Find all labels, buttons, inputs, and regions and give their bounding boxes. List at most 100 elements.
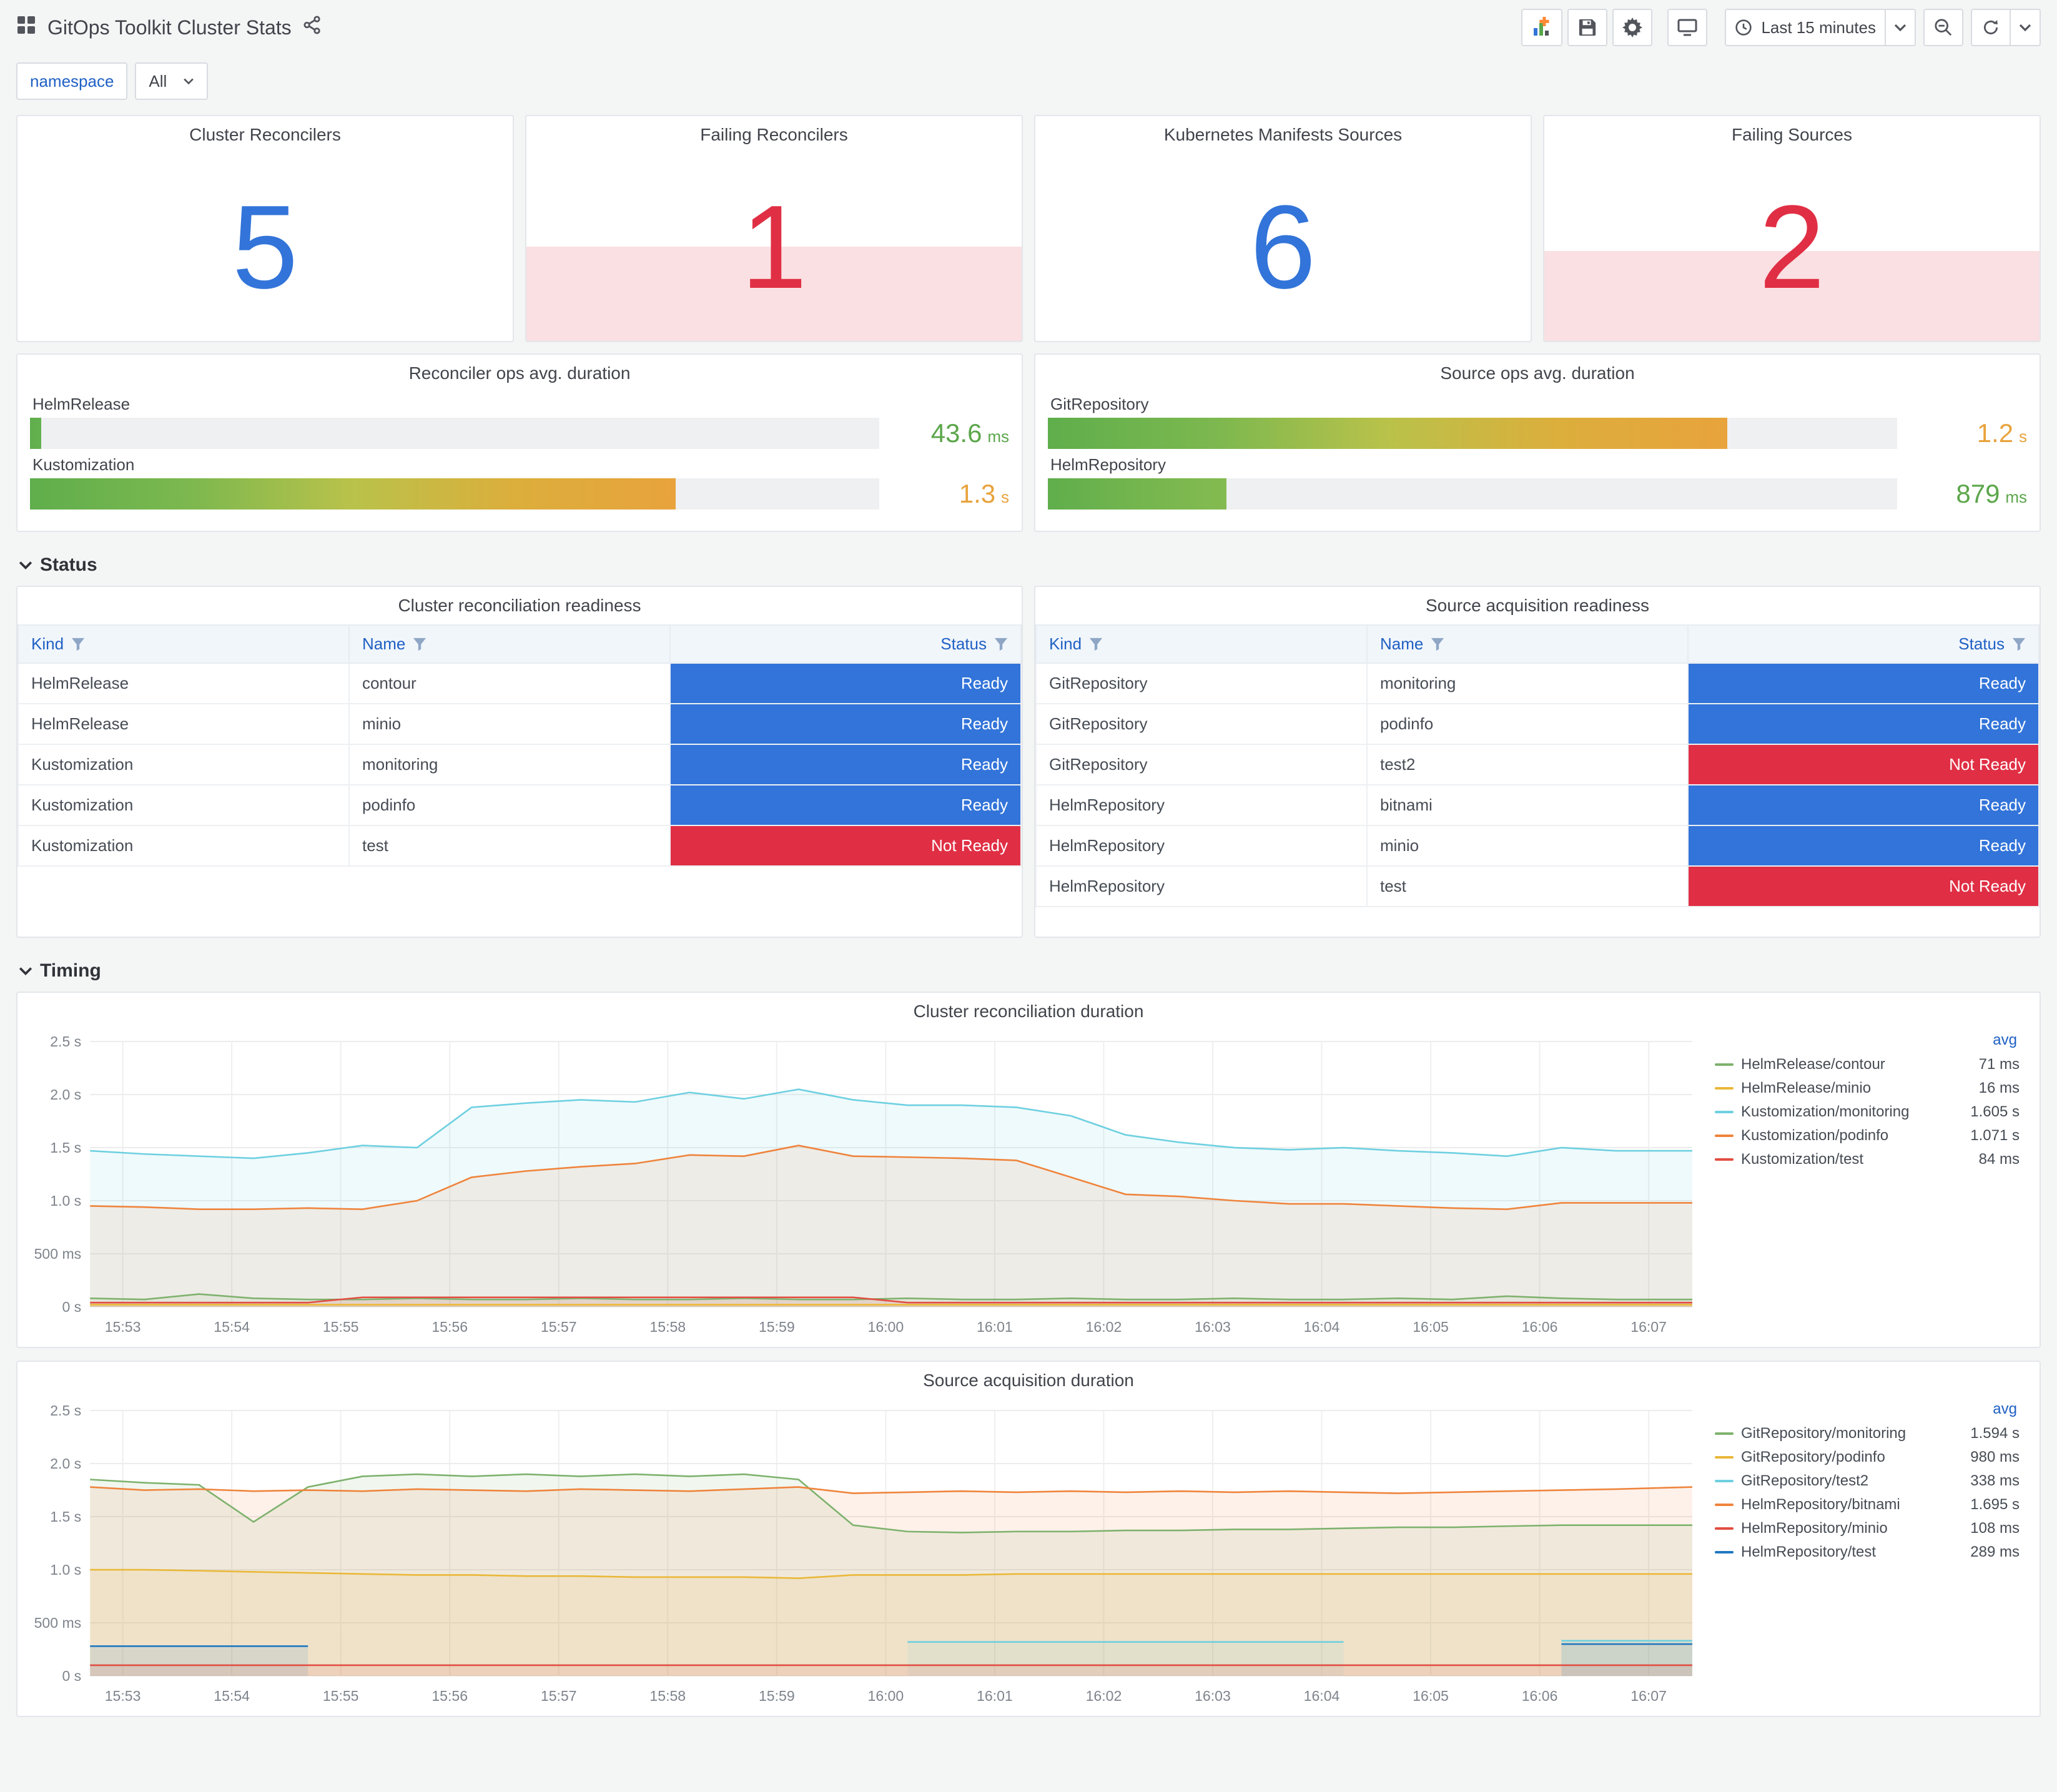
filter-icon[interactable] bbox=[994, 638, 1008, 651]
chart-legend: avg GitRepository/monitoring 1.594 s Git… bbox=[1710, 1396, 2032, 1711]
variable-label-namespace[interactable]: namespace bbox=[16, 62, 128, 100]
cell-status: Not Ready bbox=[1687, 865, 2040, 907]
cell-kind: Kustomization bbox=[17, 825, 350, 867]
cell-status: Ready bbox=[669, 662, 1022, 704]
legend-item: GitRepository/podinfo 980 ms bbox=[1715, 1445, 2020, 1469]
chart-plot-area[interactable]: 0 s 500 ms 1.0 s 1.5 s 2.0 s 2.5 s 15:53 15:54 1… bbox=[25, 1396, 1710, 1711]
series-name[interactable]: HelmRepository/test bbox=[1741, 1543, 1963, 1561]
series-name[interactable]: GitRepository/monitoring bbox=[1741, 1425, 1963, 1442]
panel-title[interactable]: Reconciler ops avg. duration bbox=[30, 355, 1009, 388]
stat-value: 6 bbox=[1250, 181, 1316, 313]
series-color-dash bbox=[1715, 1063, 1734, 1066]
series-name[interactable]: Kustomization/monitoring bbox=[1741, 1103, 1963, 1121]
time-range-button[interactable]: Last 15 minutes bbox=[1725, 9, 1886, 46]
column-header-kind[interactable]: Kind bbox=[17, 624, 350, 664]
stat-value: 5 bbox=[232, 181, 298, 313]
legend-item: HelmRepository/bitnami 1.695 s bbox=[1715, 1493, 2020, 1517]
filter-icon[interactable] bbox=[1431, 638, 1444, 651]
section-header-status[interactable]: Status bbox=[16, 544, 2041, 586]
svg-text:15:57: 15:57 bbox=[541, 1688, 577, 1704]
cell-name: test bbox=[1366, 865, 1689, 907]
timeseries-panel: Source acquisition duration 0 s 500 ms 1.0… bbox=[16, 1361, 2041, 1718]
cell-name: minio bbox=[348, 703, 671, 745]
series-name[interactable]: HelmRepository/minio bbox=[1741, 1520, 1963, 1537]
time-range-caret-button[interactable] bbox=[1886, 9, 1916, 46]
refresh-interval-caret-button[interactable] bbox=[2011, 9, 2041, 46]
filter-icon[interactable] bbox=[2012, 638, 2026, 651]
panel-title[interactable]: Cluster reconciliation duration bbox=[17, 993, 2040, 1026]
cell-status: Ready bbox=[1687, 662, 2040, 704]
clock-icon bbox=[1735, 19, 1752, 36]
series-name[interactable]: HelmRepository/bitnami bbox=[1741, 1496, 1963, 1514]
panel-title[interactable]: Cluster reconciliation readiness bbox=[17, 587, 1022, 621]
add-panel-button[interactable] bbox=[1521, 9, 1563, 46]
section-header-timing[interactable]: Timing bbox=[16, 950, 2041, 992]
svg-text:0 s: 0 s bbox=[62, 1299, 81, 1315]
dashboard-variables: namespace All bbox=[16, 62, 2041, 100]
column-header-kind[interactable]: Kind bbox=[1035, 624, 1368, 664]
bar-gauge-value: 43.6 ms bbox=[930, 418, 1009, 448]
chart-plot-area[interactable]: 0 s 500 ms 1.0 s 1.5 s 2.0 s 2.5 s 15:53 15:54 1… bbox=[25, 1026, 1710, 1342]
cell-name: contour bbox=[348, 662, 671, 704]
column-header-status[interactable]: Status bbox=[1687, 624, 2040, 664]
svg-text:16:01: 16:01 bbox=[977, 1319, 1013, 1335]
svg-text:16:02: 16:02 bbox=[1086, 1688, 1122, 1704]
filter-icon[interactable] bbox=[413, 638, 427, 651]
dashboard-settings-button[interactable] bbox=[1612, 9, 1653, 46]
legend-avg-header[interactable]: avg bbox=[1715, 1398, 2020, 1422]
status-badge: Not Ready bbox=[1688, 745, 2038, 784]
panel-title[interactable]: Source acquisition readiness bbox=[1035, 587, 2040, 621]
bar-gauge-panel: Reconciler ops avg. duration HelmRelease… bbox=[16, 353, 1023, 532]
filter-icon[interactable] bbox=[1089, 638, 1103, 651]
zoom-out-time-button[interactable] bbox=[1923, 9, 1963, 46]
status-badge: Ready bbox=[670, 704, 1020, 744]
bar-gauge-fill bbox=[1048, 418, 1727, 449]
chevron-down-icon bbox=[19, 967, 32, 976]
cell-kind: HelmRelease bbox=[17, 662, 350, 704]
series-name[interactable]: GitRepository/test2 bbox=[1741, 1472, 1963, 1490]
timing-charts-column: Cluster reconciliation duration 0 s 500 m… bbox=[16, 992, 2041, 1718]
column-header-name[interactable]: Name bbox=[1366, 624, 1689, 664]
bar-gauge-track bbox=[30, 478, 879, 510]
panel-title[interactable]: Source acquisition duration bbox=[17, 1362, 2040, 1396]
table-row: Kustomization test Not Ready bbox=[17, 825, 1022, 867]
table-row: HelmRepository test Not Ready bbox=[1035, 865, 2040, 907]
svg-text:16:05: 16:05 bbox=[1413, 1688, 1449, 1704]
cell-name: test bbox=[348, 825, 671, 867]
refresh-button[interactable] bbox=[1971, 9, 2011, 46]
bar-gauge-row: HelmRepository 879 ms bbox=[1048, 455, 2027, 510]
column-header-name[interactable]: Name bbox=[348, 624, 671, 664]
svg-text:16:07: 16:07 bbox=[1630, 1688, 1667, 1704]
cell-status: Not Ready bbox=[1687, 744, 2040, 785]
variable-value-dropdown[interactable]: All bbox=[135, 62, 209, 100]
cell-kind: GitRepository bbox=[1035, 744, 1368, 785]
stat-value: 1 bbox=[741, 181, 807, 313]
column-header-status[interactable]: Status bbox=[669, 624, 1022, 664]
series-name[interactable]: Kustomization/test bbox=[1741, 1151, 1971, 1168]
series-name[interactable]: HelmRelease/contour bbox=[1741, 1056, 1971, 1073]
apps-grid-icon[interactable] bbox=[16, 15, 36, 40]
share-icon[interactable] bbox=[303, 16, 322, 39]
series-name[interactable]: GitRepository/podinfo bbox=[1741, 1449, 1963, 1466]
series-color-dash bbox=[1715, 1135, 1734, 1137]
table-row: GitRepository monitoring Ready bbox=[1035, 662, 2040, 704]
legend-avg-header[interactable]: avg bbox=[1715, 1029, 2020, 1053]
cell-kind: HelmRepository bbox=[1035, 784, 1368, 826]
series-name[interactable]: HelmRelease/minio bbox=[1741, 1080, 1971, 1097]
svg-text:2.5 s: 2.5 s bbox=[50, 1402, 81, 1419]
series-name[interactable]: Kustomization/podinfo bbox=[1741, 1127, 1963, 1145]
stat-value: 2 bbox=[1759, 181, 1825, 313]
cycle-view-mode-button[interactable] bbox=[1667, 9, 1708, 46]
filter-icon[interactable] bbox=[71, 638, 85, 651]
series-avg-value: 338 ms bbox=[1970, 1472, 2020, 1490]
table-row: HelmRepository bitnami Ready bbox=[1035, 784, 2040, 826]
status-badge: Ready bbox=[1688, 664, 2038, 703]
bar-gauge-label: HelmRepository bbox=[1050, 455, 1166, 474]
zoom-out-icon bbox=[1935, 19, 1952, 36]
cell-kind: GitRepository bbox=[1035, 703, 1368, 745]
chevron-down-icon bbox=[2019, 24, 2031, 32]
panel-title[interactable]: Source ops avg. duration bbox=[1048, 355, 2027, 388]
save-dashboard-button[interactable] bbox=[1567, 9, 1608, 46]
cell-kind: HelmRelease bbox=[17, 703, 350, 745]
series-color-dash bbox=[1715, 1432, 1734, 1435]
